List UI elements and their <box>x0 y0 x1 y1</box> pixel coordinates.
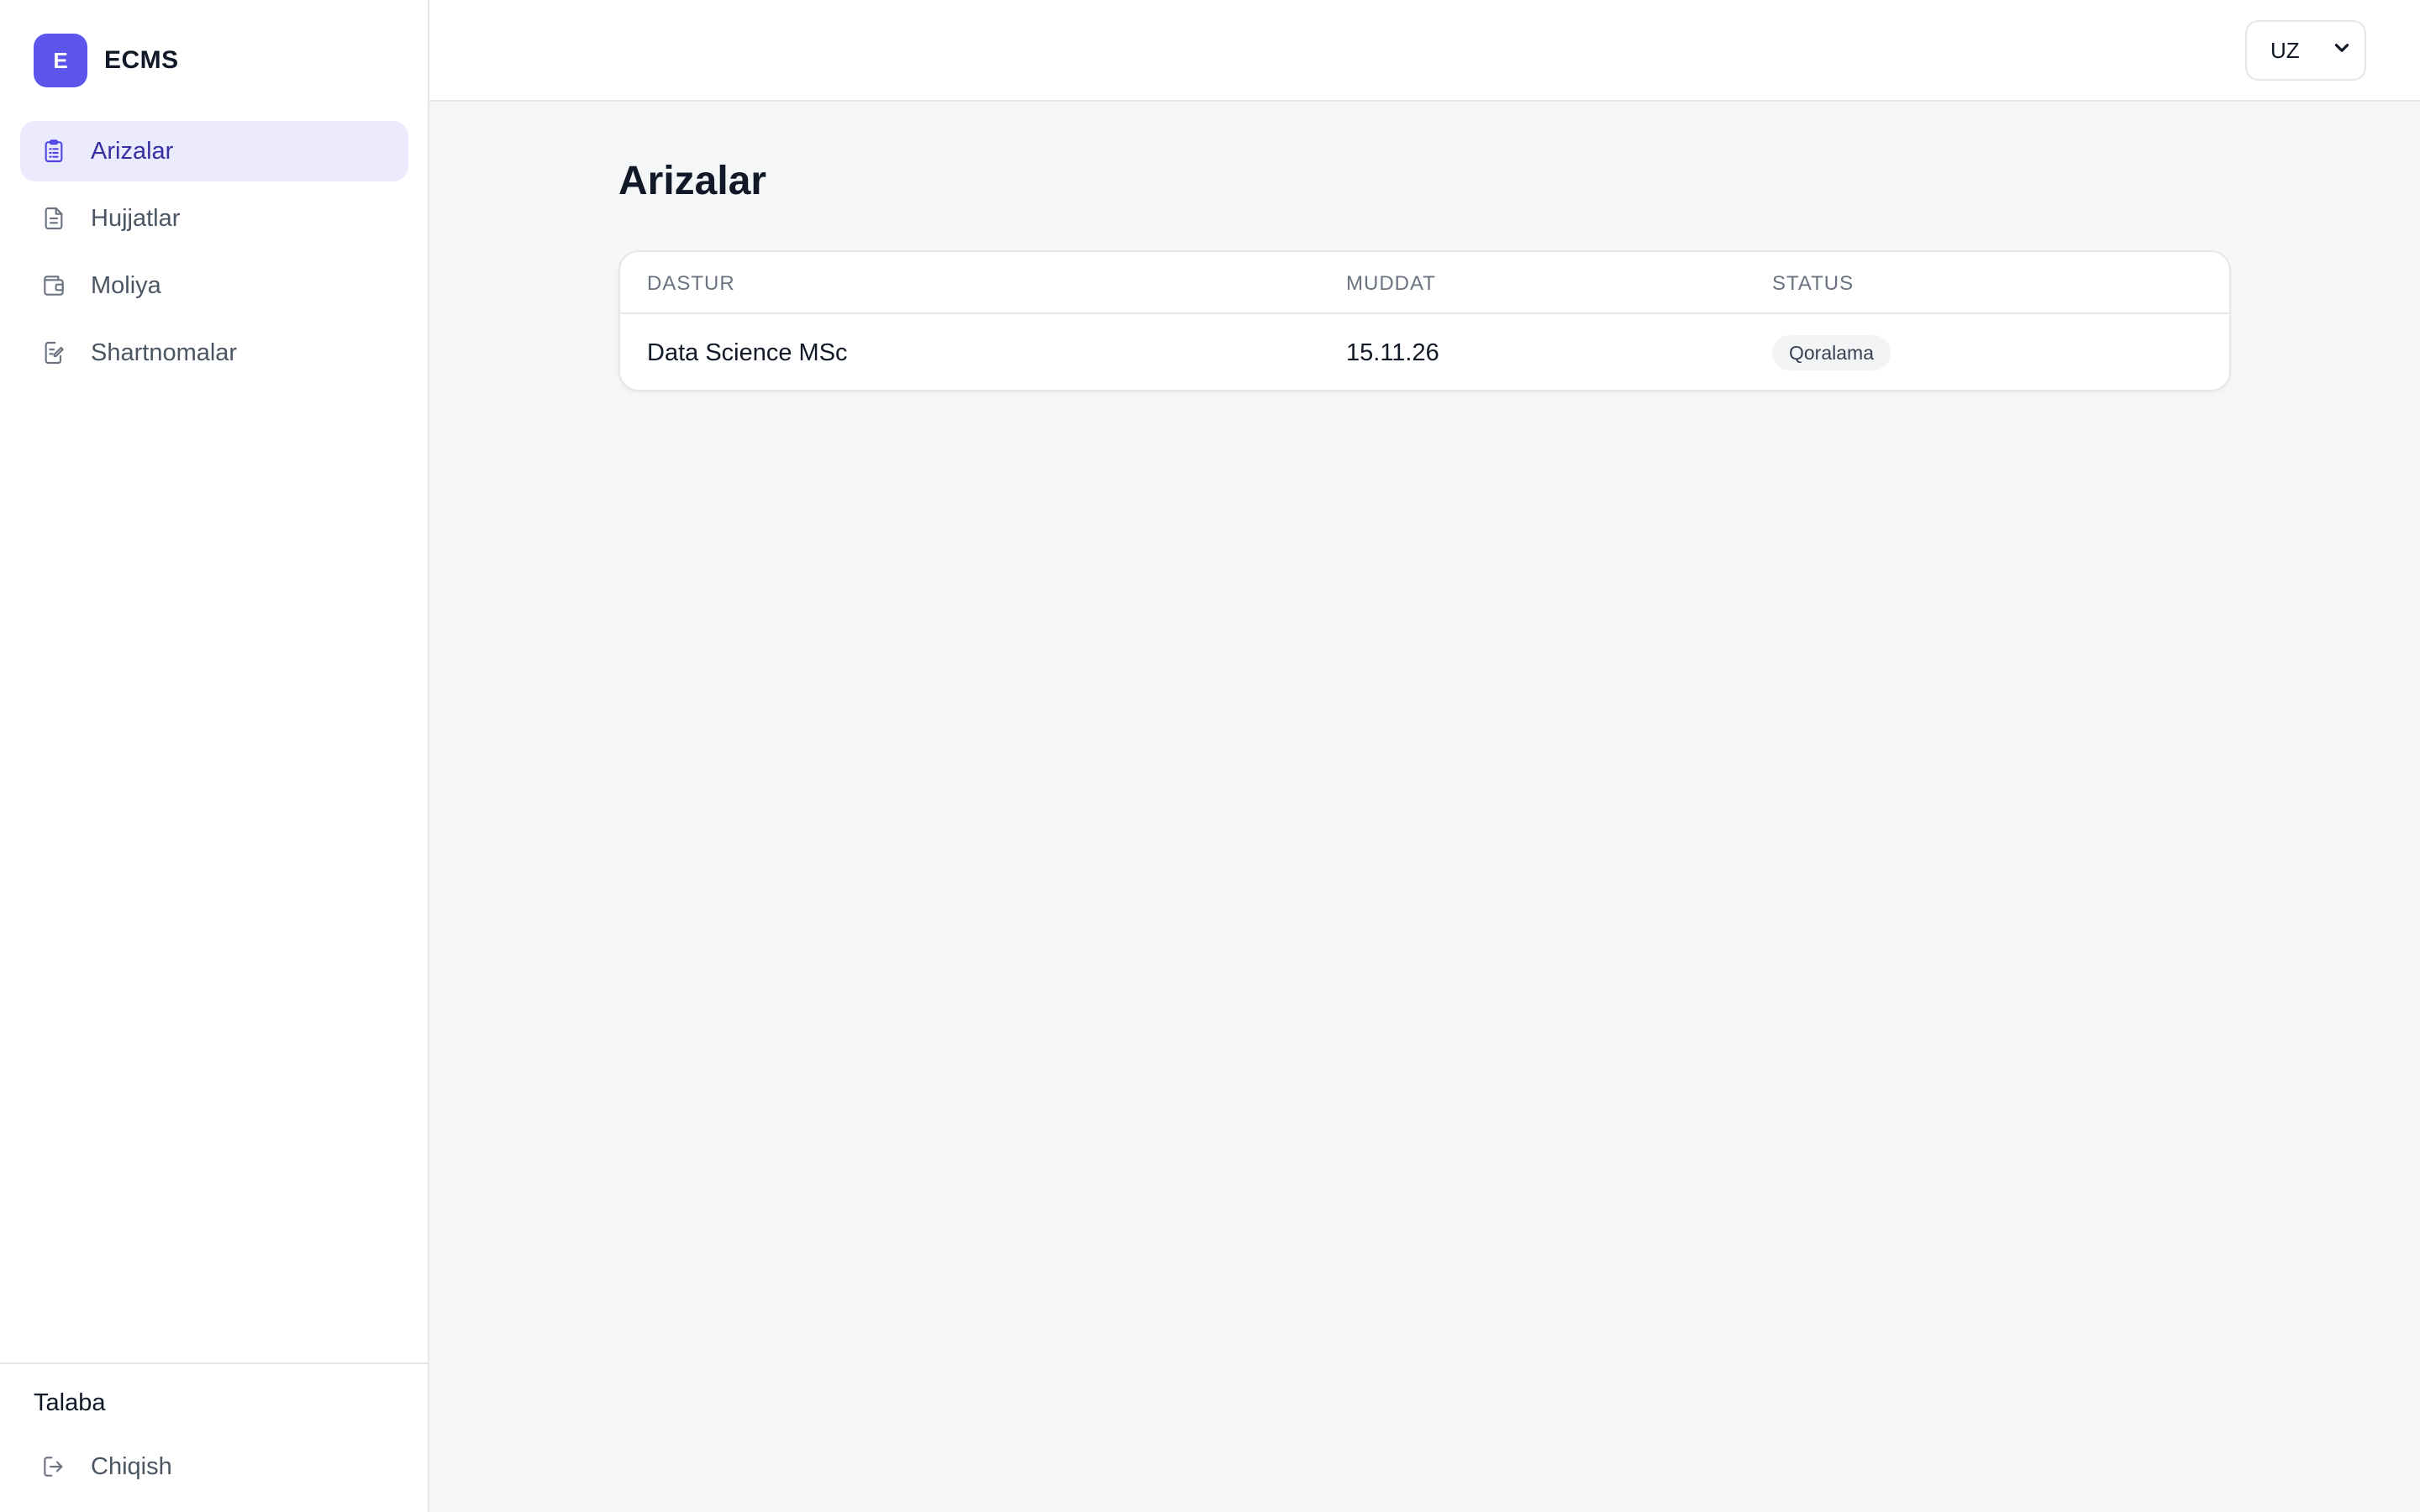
status-badge: Qoralama <box>1772 335 1891 370</box>
sidebar-item-label: Arizalar <box>91 137 174 165</box>
document-icon <box>40 205 67 232</box>
sidebar-item-moliya[interactable]: Moliya <box>20 255 408 316</box>
user-role: Talaba <box>34 1389 106 1416</box>
sidebar-item-shartnomalar[interactable]: Shartnomalar <box>20 323 408 383</box>
cell-program: Data Science MSc <box>647 339 848 366</box>
sidebar: E ECMS Arizalar Hujjatlar Moliya Shartno… <box>0 0 429 1512</box>
wallet-icon <box>40 272 67 299</box>
column-header-status[interactable]: STATUS <box>1772 272 1854 296</box>
language-select[interactable]: UZ <box>2245 20 2366 81</box>
table-row[interactable]: Data Science MSc 15.11.26 Qoralama <box>620 314 2229 390</box>
logout-label: Chiqish <box>91 1452 172 1480</box>
column-header-deadline[interactable]: MUDDAT <box>1346 272 1436 296</box>
logout-icon <box>40 1453 67 1480</box>
brand[interactable]: E ECMS <box>34 34 179 87</box>
sidebar-item-label: Hujjatlar <box>91 204 181 232</box>
sidebar-item-arizalar[interactable]: Arizalar <box>20 121 408 181</box>
brand-name: ECMS <box>104 46 179 74</box>
table-header: DASTUR MUDDAT STATUS <box>620 252 2229 314</box>
top-bar: UZ <box>429 0 2420 102</box>
language-value: UZ <box>2270 37 2300 63</box>
logout-button[interactable]: Chiqish <box>20 1440 408 1494</box>
app-root: E ECMS Arizalar Hujjatlar Moliya Shartno… <box>0 0 2420 1512</box>
sidebar-item-label: Shartnomalar <box>91 339 238 366</box>
applications-table: DASTUR MUDDAT STATUS Data Science MSc 15… <box>618 250 2231 391</box>
page-title: Arizalar <box>618 159 767 203</box>
sidebar-item-hujjatlar[interactable]: Hujjatlar <box>20 188 408 249</box>
sidebar-footer: Talaba Chiqish <box>0 1362 428 1512</box>
chevron-down-icon <box>2331 37 2353 65</box>
edit-document-icon <box>40 339 67 366</box>
column-header-program[interactable]: DASTUR <box>647 272 735 296</box>
sidebar-item-label: Moliya <box>91 271 161 299</box>
clipboard-icon <box>40 138 67 165</box>
cell-deadline: 15.11.26 <box>1346 339 1439 366</box>
brand-logo: E <box>34 34 87 87</box>
sidebar-nav: Arizalar Hujjatlar Moliya Shartnomalar <box>20 121 408 390</box>
